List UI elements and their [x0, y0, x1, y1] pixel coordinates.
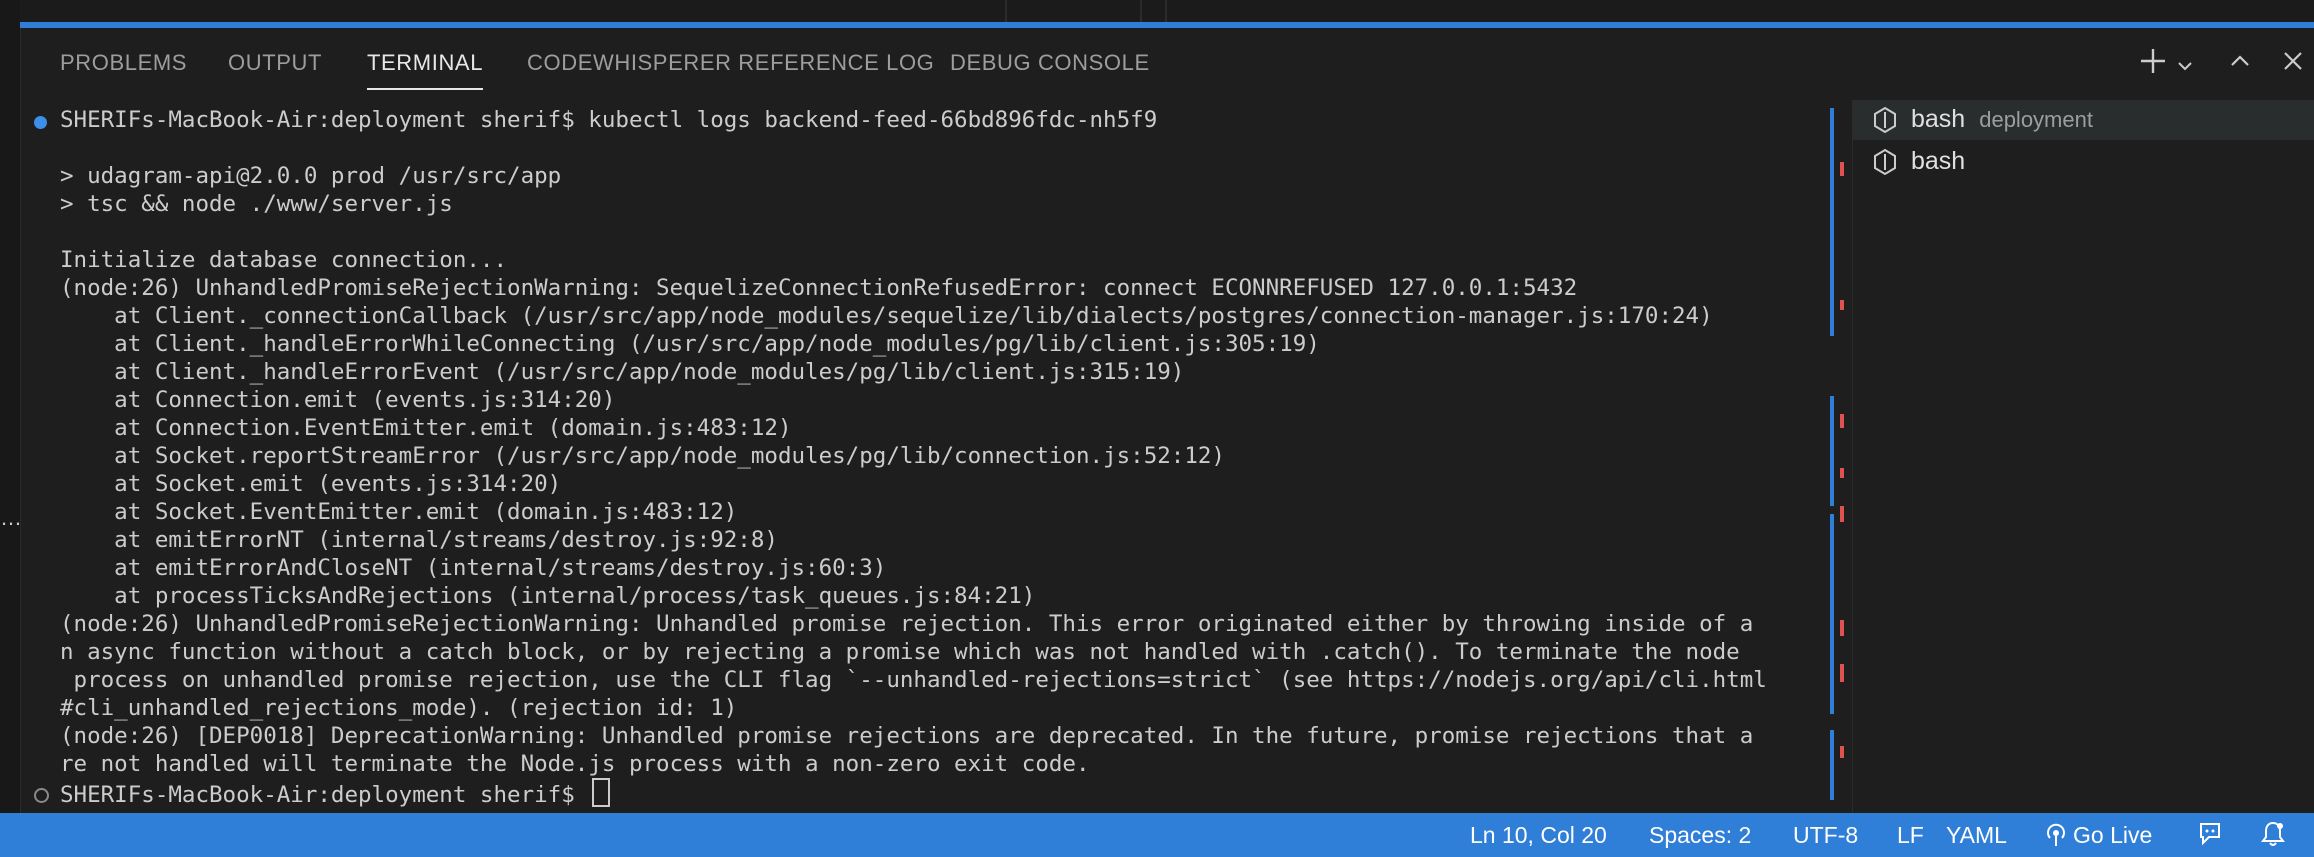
terminal-line: (node:26) UnhandledPromiseRejectionWarni…	[60, 611, 1754, 637]
terminal-line: at Client._connectionCallback (/usr/src/…	[60, 303, 1713, 329]
terminal-line: at Socket.reportStreamError (/usr/src/ap…	[60, 443, 1225, 469]
scroll-marker	[1830, 108, 1834, 336]
terminal-cursor	[592, 778, 611, 807]
terminal-prompt: SHERIFs-MacBook-Air:deployment sherif$	[60, 782, 589, 808]
editor-top-strip	[20, 0, 2314, 22]
terminal-line: at Connection.emit (events.js:314:20)	[60, 387, 616, 413]
terminal-line: at Connection.EventEmitter.emit (domain.…	[60, 415, 792, 441]
session-label: bash deployment	[1911, 105, 2093, 133]
tab-debug-console[interactable]: DEBUG CONSOLE	[950, 50, 1150, 76]
terminal-line: > udagram-api@2.0.0 prod /usr/src/app	[60, 163, 562, 189]
status-indentation[interactable]: Spaces: 2	[1649, 822, 1751, 849]
scroll-marker	[1840, 664, 1844, 682]
scroll-marker	[1840, 506, 1844, 522]
terminal-output[interactable]: SHERIFs-MacBook-Air:deployment sherif$ k…	[20, 100, 1830, 813]
terminal-session-bash[interactable]: bash	[1853, 142, 2314, 182]
terminal-line: Initialize database connection...	[60, 247, 508, 273]
divider	[1005, 0, 1007, 22]
status-cursor-position[interactable]: Ln 10, Col 20	[1470, 822, 1607, 849]
notifications-bell-icon[interactable]	[2260, 820, 2286, 854]
terminal-line: at emitErrorAndCloseNT (internal/streams…	[60, 555, 887, 581]
terminal-line: at Client._handleErrorWhileConnecting (/…	[60, 331, 1320, 357]
terminal-line: process on unhandled promise rejection, …	[60, 667, 1767, 693]
terminal-line: (node:26) [DEP0018] DeprecationWarning: …	[60, 723, 1754, 749]
broadcast-icon	[2047, 823, 2065, 846]
left-sidebar-edge	[0, 0, 21, 813]
chevron-down-icon[interactable]	[2175, 52, 2195, 82]
scroll-marker	[1840, 620, 1844, 636]
tab-output[interactable]: OUTPUT	[228, 50, 322, 76]
status-bar: Ln 10, Col 20 Spaces: 2 UTF-8 LF YAML Go…	[0, 813, 2314, 857]
terminal-scrollbar[interactable]	[1830, 100, 1852, 813]
session-cwd: deployment	[1979, 107, 2093, 132]
command-success-decoration[interactable]	[34, 116, 47, 129]
terminal-line: at Socket.EventEmitter.emit (domain.js:4…	[60, 499, 738, 525]
scroll-marker	[1840, 162, 1844, 176]
terminal-line: > tsc && node ./www/server.js	[60, 191, 453, 217]
terminal-line: at Client._handleErrorEvent (/usr/src/ap…	[60, 359, 1185, 385]
terminal-line: #cli_unhandled_rejections_mode). (reject…	[60, 695, 738, 721]
go-live-button[interactable]: Go Live	[2045, 822, 2152, 849]
more-icon[interactable]: …	[0, 505, 22, 531]
terminal-icon	[1873, 106, 1897, 134]
terminal-line: n async function without a catch block, …	[60, 639, 1740, 665]
scroll-marker	[1830, 730, 1834, 800]
terminal-line: at Socket.emit (events.js:314:20)	[60, 471, 562, 497]
go-live-label: Go Live	[2073, 822, 2153, 848]
divider	[1140, 0, 1142, 22]
terminal-session-bash-deployment[interactable]: bash deployment	[1853, 100, 2314, 140]
scroll-marker	[1830, 514, 1834, 714]
terminal-prompt-line[interactable]: SHERIFs-MacBook-Air:deployment sherif$	[60, 778, 611, 809]
close-panel-icon[interactable]	[2280, 48, 2306, 80]
terminal-icon	[1873, 148, 1897, 176]
terminal-line: at processTicksAndRejections (internal/p…	[60, 583, 1036, 609]
session-label: bash	[1911, 147, 1966, 175]
tab-codewhisperer-reference-log[interactable]: CODEWHISPERER REFERENCE LOG	[527, 50, 934, 76]
status-encoding[interactable]: UTF-8	[1793, 822, 1858, 849]
status-eol[interactable]: LF	[1897, 822, 1924, 849]
terminal-tabs-list: bash deployment bash	[1852, 100, 2314, 813]
feedback-icon[interactable]	[2198, 820, 2224, 854]
new-terminal-icon[interactable]	[2138, 46, 2168, 82]
scroll-marker	[1840, 468, 1844, 478]
panel-header: PROBLEMS OUTPUT TERMINAL CODEWHISPERER R…	[20, 28, 2314, 96]
terminal-line: SHERIFs-MacBook-Air:deployment sherif$ k…	[60, 107, 1158, 133]
status-language-mode[interactable]: YAML	[1946, 822, 2007, 849]
maximize-panel-icon[interactable]	[2227, 48, 2253, 80]
scroll-marker	[1840, 746, 1844, 758]
scroll-marker	[1840, 414, 1844, 428]
scroll-marker	[1830, 396, 1834, 506]
terminal-line: (node:26) UnhandledPromiseRejectionWarni…	[60, 275, 1578, 301]
tab-problems[interactable]: PROBLEMS	[60, 50, 187, 76]
command-pending-decoration[interactable]	[34, 788, 49, 803]
terminal-line: at emitErrorNT (internal/streams/destroy…	[60, 527, 778, 553]
divider	[1165, 0, 1167, 22]
terminal-line: re not handled will terminate the Node.j…	[60, 751, 1090, 777]
scroll-marker	[1840, 300, 1844, 310]
tab-terminal[interactable]: TERMINAL	[367, 50, 484, 90]
